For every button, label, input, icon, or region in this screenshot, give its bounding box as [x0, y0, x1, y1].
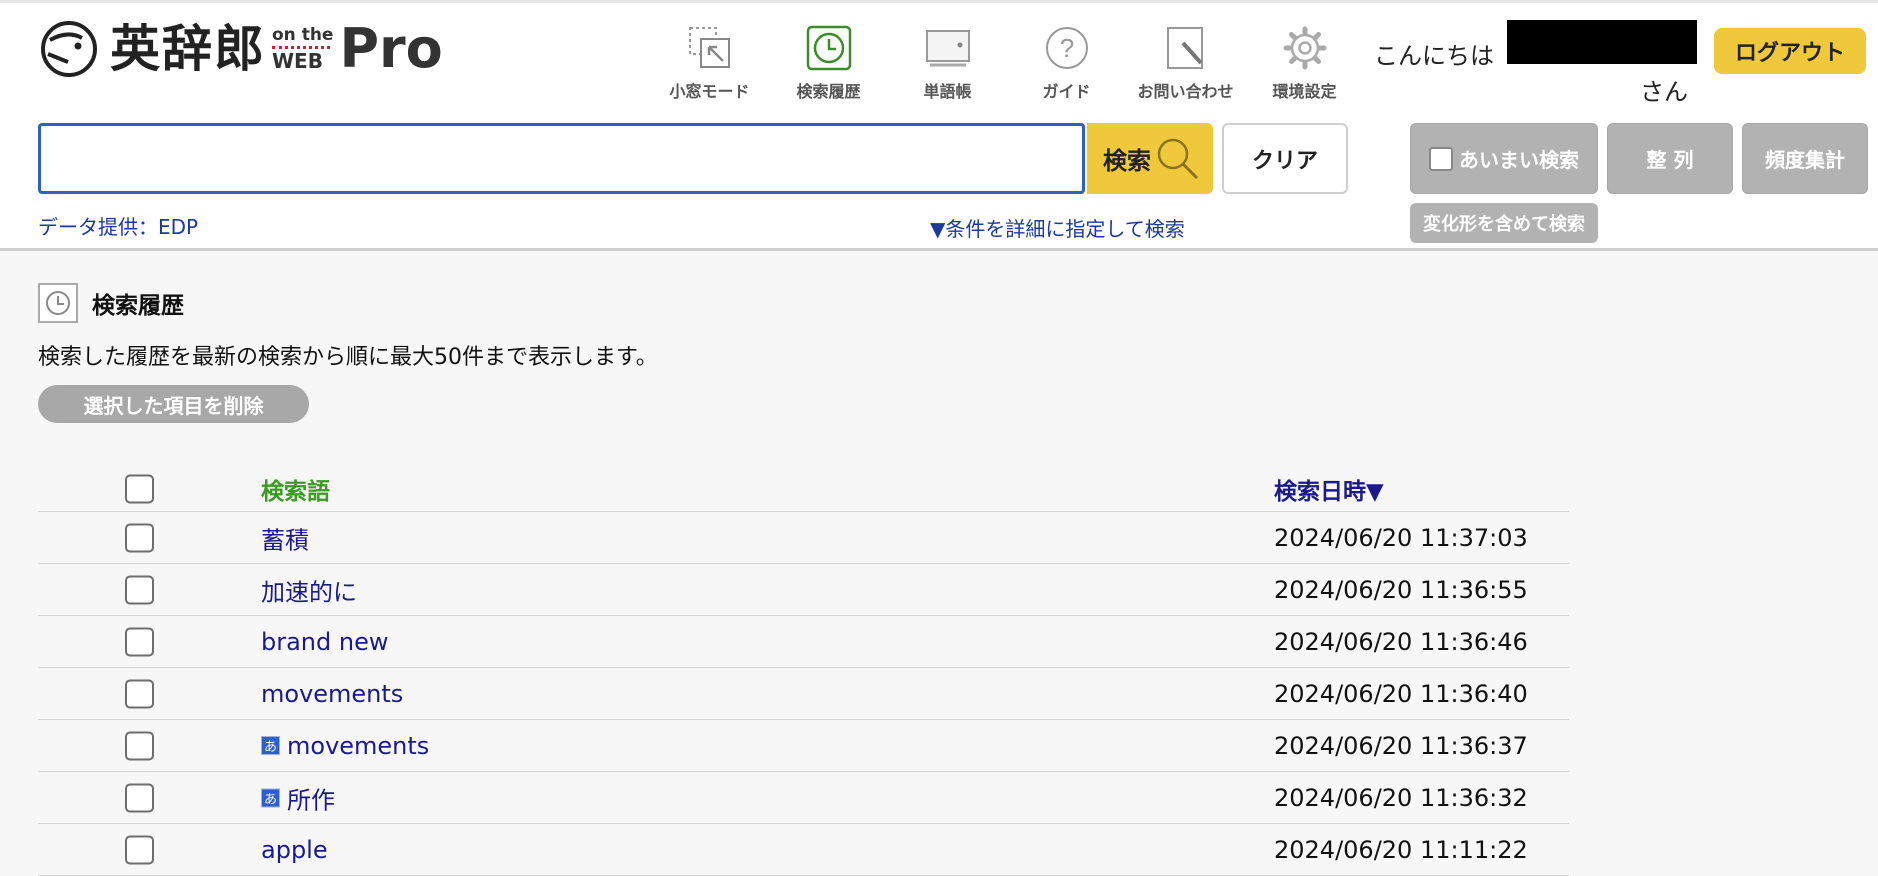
column-header-date[interactable]: 検索日時▼: [1274, 472, 1384, 506]
history-table: 検索語 検索日時▼ 蓄積 2024/06/20 11:37:03 加速的に 2024/…: [38, 467, 1569, 876]
nav-settings[interactable]: 環境設定: [1245, 20, 1364, 102]
top-line: [0, 0, 1878, 3]
history-term-text: 蓄積: [261, 526, 309, 554]
fuzzy-search-checkbox[interactable]: [1429, 146, 1453, 171]
history-clock-icon: [38, 283, 78, 323]
table-body: 蓄積 2024/06/20 11:37:03 加速的に 2024/06/20 11:3…: [38, 512, 1569, 876]
logo-main-text: 英辞郎: [110, 20, 266, 78]
history-date: 2024/06/20 11:36:55: [1274, 575, 1528, 604]
nav-contact[interactable]: お問い合わせ: [1126, 20, 1245, 102]
nav-wordbook-label: 単語帳: [923, 82, 972, 101]
table-row: brand new 2024/06/20 11:36:46: [38, 616, 1569, 668]
search-button[interactable]: 検索: [1087, 123, 1213, 194]
section-title: 検索履歴: [38, 283, 184, 323]
logo[interactable]: 英辞郎 on the WEB Pro: [38, 14, 443, 84]
table-header: 検索語 検索日時▼: [38, 467, 1569, 512]
logo-web-text: WEB: [272, 49, 323, 73]
table-row: movements 2024/06/20 11:36:40: [38, 668, 1569, 720]
japanese-badge-icon: あ: [261, 736, 280, 755]
table-row: あ所作 2024/06/20 11:36:32: [38, 772, 1569, 824]
history-description: 検索した履歴を最新の検索から順に最大50件まで表示します。: [38, 345, 658, 370]
data-source-text: データ提供：EDP: [38, 215, 199, 239]
search-icon: [1157, 138, 1199, 179]
site-header: 英辞郎 on the WEB Pro 小窓モード 検索履歴 単語帳 ? ガイド …: [0, 0, 1878, 251]
row-checkbox[interactable]: [125, 835, 154, 864]
select-all-checkbox[interactable]: [125, 474, 154, 504]
table-row: 蓄積 2024/06/20 11:37:03: [38, 512, 1569, 564]
japanese-badge-icon: あ: [261, 788, 280, 807]
nav-mini-window[interactable]: 小窓モード: [650, 20, 769, 102]
history-term-link[interactable]: 蓄積: [261, 520, 309, 555]
logo-on-text: on the: [272, 25, 334, 45]
history-term-link[interactable]: あ所作: [261, 780, 335, 815]
gear-icon: [1282, 20, 1328, 76]
user-name-redacted: [1507, 20, 1697, 64]
row-checkbox[interactable]: [125, 783, 154, 812]
svg-text:?: ?: [1059, 33, 1073, 63]
search-button-label: 検索: [1103, 147, 1151, 175]
help-icon: ?: [1044, 20, 1090, 76]
history-term-text: 所作: [287, 786, 335, 814]
nav-settings-label: 環境設定: [1272, 82, 1337, 101]
nav-contact-label: お問い合わせ: [1137, 82, 1234, 101]
row-checkbox[interactable]: [125, 731, 154, 760]
row-checkbox[interactable]: [125, 575, 154, 604]
row-checkbox[interactable]: [125, 523, 154, 552]
nav-history-label: 検索履歴: [796, 82, 861, 101]
nav-guide[interactable]: ? ガイド: [1007, 20, 1126, 102]
clear-button[interactable]: クリア: [1222, 123, 1348, 194]
history-term-link[interactable]: brand new: [261, 628, 389, 656]
nav-history[interactable]: 検索履歴: [769, 20, 888, 102]
table-row: あ movements 2024/06/20 11:36:37: [38, 720, 1569, 772]
honorific-text: さん: [1640, 78, 1688, 106]
delete-selected-button[interactable]: 選択した項目を削除: [38, 385, 309, 423]
sort-button[interactable]: 整 列: [1607, 123, 1733, 194]
logo-face-icon: [41, 21, 97, 77]
logo-pro-text: Pro: [339, 17, 443, 80]
table-row: 加速的に 2024/06/20 11:36:55: [38, 564, 1569, 616]
advanced-search-link[interactable]: ▼条件を詳細に指定して検索: [930, 213, 1185, 242]
frequency-button[interactable]: 頻度集計: [1742, 123, 1868, 194]
wordbook-icon: [924, 20, 972, 76]
history-term-text: apple: [261, 835, 328, 864]
nav-guide-label: ガイド: [1042, 82, 1091, 101]
history-term-link[interactable]: あ movements: [261, 732, 429, 760]
row-checkbox[interactable]: [125, 627, 154, 656]
greeting-text: こんにちは: [1374, 42, 1494, 70]
logo-sub: on the WEB: [272, 27, 333, 71]
mini-window-icon: [687, 20, 733, 76]
history-term-link[interactable]: movements: [261, 680, 403, 708]
search-input[interactable]: [38, 123, 1085, 194]
include-variants-button[interactable]: 変化形を含めて検索: [1410, 203, 1598, 243]
page-title: 検索履歴: [92, 293, 184, 319]
history-date: 2024/06/20 11:36:40: [1274, 679, 1528, 708]
row-checkbox[interactable]: [125, 679, 154, 708]
column-header-term[interactable]: 検索語: [261, 472, 330, 506]
table-row: apple 2024/06/20 11:11:22: [38, 824, 1569, 876]
nav-wordbook[interactable]: 単語帳: [888, 20, 1007, 102]
history-term-text: brand new: [261, 627, 389, 656]
history-date: 2024/06/20 11:36:32: [1274, 783, 1528, 812]
main-nav: 小窓モード 検索履歴 単語帳 ? ガイド お問い合わせ 環境設定: [650, 20, 1364, 102]
history-term-text: movements: [261, 679, 404, 708]
fuzzy-search-label: あいまい検索: [1459, 148, 1579, 172]
history-term-link[interactable]: apple: [261, 836, 328, 864]
history-date: 2024/06/20 11:36:37: [1274, 731, 1528, 760]
pen-icon: [1163, 20, 1209, 76]
fuzzy-search-toggle[interactable]: あいまい検索: [1410, 123, 1598, 194]
history-date: 2024/06/20 11:11:22: [1274, 835, 1528, 864]
clock-icon: [806, 20, 852, 76]
logout-button[interactable]: ログアウト: [1714, 28, 1866, 74]
history-term-text: movements: [287, 731, 430, 760]
history-date: 2024/06/20 11:37:03: [1274, 523, 1528, 552]
history-term-text: 加速的に: [261, 578, 357, 606]
history-term-link[interactable]: 加速的に: [261, 572, 357, 607]
nav-mini-window-label: 小窓モード: [669, 82, 750, 101]
history-date: 2024/06/20 11:36:46: [1274, 627, 1528, 656]
